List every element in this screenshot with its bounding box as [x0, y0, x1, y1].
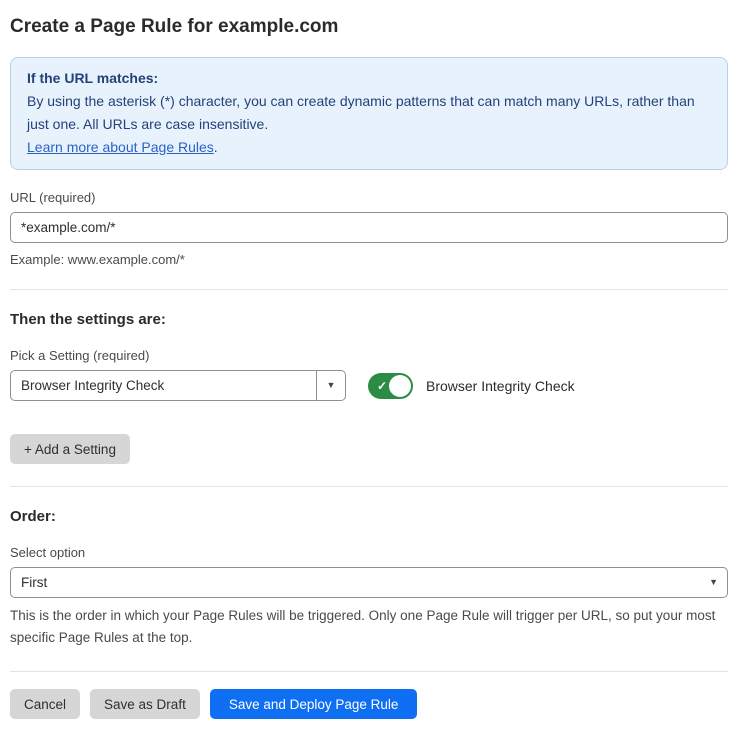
section-divider [10, 486, 728, 487]
footer-divider [10, 671, 728, 672]
order-section-heading: Order: [10, 508, 728, 525]
dropdown-caret-box[interactable]: ▼ [316, 371, 345, 400]
page-rule-form: Create a Page Rule for example.com If th… [10, 16, 728, 719]
setting-picker-value: Browser Integrity Check [11, 378, 316, 393]
order-select-label: Select option [10, 545, 728, 560]
page-title: Create a Page Rule for example.com [10, 16, 728, 38]
toggle-knob [389, 375, 411, 397]
url-match-info-box: If the URL matches: By using the asteris… [10, 57, 728, 170]
setting-row: Browser Integrity Check ▼ ✓ Browser Inte… [10, 370, 728, 401]
check-icon: ✓ [377, 379, 387, 393]
save-deploy-button[interactable]: Save and Deploy Page Rule [210, 689, 418, 719]
info-box-heading: If the URL matches: [27, 67, 711, 90]
section-divider [10, 289, 728, 290]
setting-picker-dropdown[interactable]: Browser Integrity Check ▼ [10, 370, 346, 401]
order-select[interactable]: First ▼ [10, 567, 728, 598]
link-period: . [214, 139, 218, 155]
url-input[interactable] [10, 212, 728, 243]
chevron-down-icon: ▼ [709, 578, 727, 587]
url-field-label: URL (required) [10, 190, 728, 205]
chevron-down-icon: ▼ [327, 381, 336, 390]
info-box-body-text: By using the asterisk (*) character, you… [27, 93, 695, 132]
learn-more-link[interactable]: Learn more about Page Rules [27, 139, 214, 155]
order-select-value: First [11, 575, 709, 590]
url-example-hint: Example: www.example.com/* [10, 252, 728, 267]
footer-actions: Cancel Save as Draft Save and Deploy Pag… [10, 689, 728, 719]
add-setting-button[interactable]: + Add a Setting [10, 434, 130, 464]
browser-integrity-toggle[interactable]: ✓ [368, 373, 413, 399]
order-help-text: This is the order in which your Page Rul… [10, 605, 728, 649]
settings-section-heading: Then the settings are: [10, 311, 728, 328]
info-box-body: By using the asterisk (*) character, you… [27, 90, 711, 159]
save-draft-button[interactable]: Save as Draft [90, 689, 200, 719]
toggle-label: Browser Integrity Check [426, 378, 575, 394]
pick-setting-label: Pick a Setting (required) [10, 348, 728, 363]
cancel-button[interactable]: Cancel [10, 689, 80, 719]
